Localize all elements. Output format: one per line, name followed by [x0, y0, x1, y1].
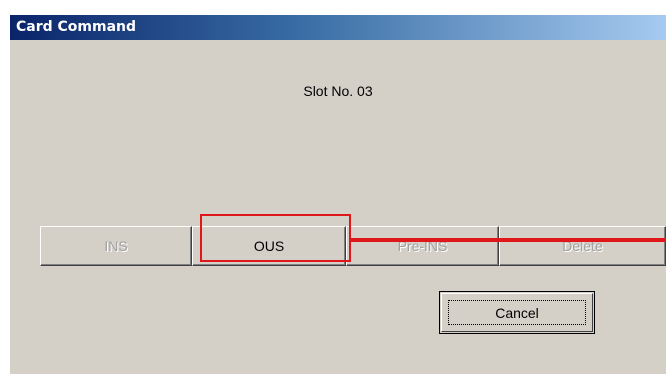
- focus-ring: [448, 300, 586, 325]
- ous-highlight-annotation: [200, 214, 351, 262]
- slot-number-label: Slot No. 03: [303, 83, 373, 99]
- title-bar[interactable]: Card Command: [10, 15, 666, 40]
- pre-ins-button: Pre-INS: [346, 226, 499, 266]
- cancel-button-face: Cancel: [441, 293, 593, 332]
- window-title: Card Command: [16, 19, 137, 35]
- cancel-button[interactable]: Cancel: [439, 291, 595, 334]
- callout-line-annotation: [351, 238, 666, 242]
- card-command-dialog: Card Command Slot No. 03 INS OUS Pre-INS…: [10, 15, 666, 374]
- ins-button: INS: [40, 226, 192, 266]
- delete-button: Delete: [499, 226, 666, 266]
